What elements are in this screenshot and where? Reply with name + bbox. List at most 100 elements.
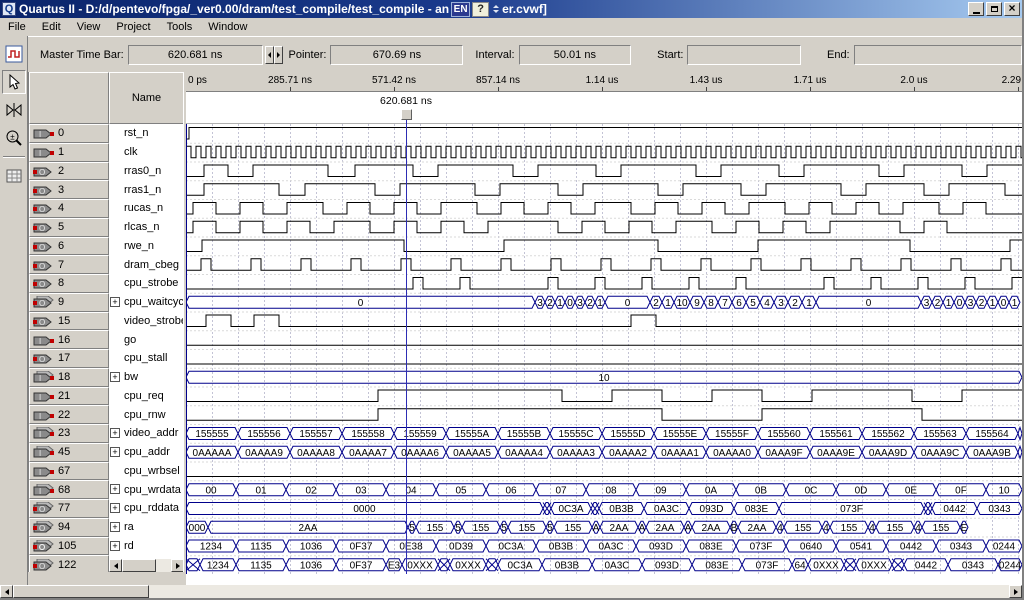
- waveform-row-video_strobe[interactable]: [186, 315, 1022, 327]
- waveform-row-rras1_n[interactable]: [186, 184, 1022, 196]
- signal-handle[interactable]: O122: [29, 555, 109, 572]
- waveform-row-rd~result[interactable]: 1234113510360F37E30XXX0XXX0C3A0B3B0A3C09…: [186, 559, 1022, 572]
- signal-row[interactable]: O94+ra: [29, 518, 183, 537]
- master-time-value[interactable]: 620.681 ns: [128, 45, 263, 65]
- grid-tool-icon[interactable]: [2, 164, 26, 188]
- signal-name-cell[interactable]: rst_n: [109, 124, 183, 143]
- signal-handle[interactable]: I18: [29, 368, 109, 387]
- scroll-left-icon[interactable]: [0, 585, 13, 598]
- signal-row[interactable]: I18+bw: [29, 368, 183, 387]
- expand-button[interactable]: +: [110, 541, 120, 551]
- waveform-row-cpu_rnw[interactable]: [186, 409, 1022, 421]
- signal-handle[interactable]: I21: [29, 387, 109, 406]
- zoom-tool-icon[interactable]: ±: [2, 126, 26, 150]
- waveform-row-cpu_addr[interactable]: 0AAAAA0AAAA90AAAA80AAAA70AAAA60AAAA50AAA…: [186, 446, 1022, 459]
- waveform-row-rst_n[interactable]: [186, 128, 1022, 140]
- signal-row[interactable]: O6rwe_n: [29, 237, 183, 256]
- expand-button[interactable]: +: [110, 447, 120, 457]
- signal-name-cell[interactable]: rucas_n: [109, 199, 183, 218]
- signal-handle[interactable]: O7: [29, 255, 109, 274]
- signal-row[interactable]: O7dram_cbeg: [29, 255, 183, 274]
- signal-row[interactable]: I1clk: [29, 143, 183, 162]
- signal-name-cell[interactable]: go: [109, 330, 183, 349]
- signal-row[interactable]: O17cpu_stall: [29, 349, 183, 368]
- signal-handle[interactable]: I1: [29, 143, 109, 162]
- signal-row[interactable]: O2rras0_n: [29, 162, 183, 181]
- menu-project[interactable]: Project: [108, 19, 158, 35]
- expand-button[interactable]: +: [110, 503, 120, 513]
- signal-row[interactable]: O5rlcas_n: [29, 218, 183, 237]
- waveform-row-rlcas_n[interactable]: [186, 221, 1022, 233]
- restore-button[interactable]: [986, 2, 1002, 16]
- expand-button[interactable]: +: [110, 428, 120, 438]
- signal-name-cell[interactable]: cpu_strobe: [109, 274, 183, 293]
- menu-edit[interactable]: Edit: [34, 19, 69, 35]
- waveform-row-cpu_strobe[interactable]: [186, 278, 1022, 290]
- snap-to-edge-tool-icon[interactable]: [2, 98, 26, 122]
- waveform-row-video_addr[interactable]: 15555515555615555715555815555915555A1555…: [186, 428, 1022, 441]
- signal-name-cell[interactable]: +cpu_addr: [109, 443, 183, 462]
- waveform-row-cpu_wrdata[interactable]: 000102030405060708090A0B0C0D0E0F10: [186, 484, 1022, 497]
- signal-name-cell[interactable]: +rd: [109, 537, 183, 556]
- signal-row[interactable]: O9+cpu_waitcyc: [29, 293, 183, 312]
- help-icon[interactable]: ?: [472, 2, 489, 17]
- waveform-row-dram_cbeg[interactable]: [186, 259, 1022, 271]
- signal-name-cell[interactable]: dram_cbeg: [109, 255, 183, 274]
- names-horizontal-scrollbar[interactable]: [109, 559, 183, 572]
- titlebar-spinner-icon[interactable]: [491, 2, 500, 16]
- waveform-row-cpu_rddata[interactable]: 00000C3A0B3B0A3C093D083E073F04420343: [186, 503, 1022, 516]
- signal-name-cell[interactable]: +cpu_wrdata: [109, 480, 183, 499]
- signal-handle[interactable]: O17: [29, 349, 109, 368]
- scroll-left-icon[interactable]: [109, 559, 122, 572]
- expand-button[interactable]: +: [110, 372, 120, 382]
- signal-handle[interactable]: O105: [29, 537, 109, 556]
- master-time-spinner[interactable]: [265, 46, 283, 64]
- menu-file[interactable]: File: [0, 19, 34, 35]
- waveform-row-clk[interactable]: [186, 146, 1022, 158]
- signal-name-cell[interactable]: rras0_n: [109, 162, 183, 181]
- signal-row[interactable]: O77+cpu_rddata: [29, 499, 183, 518]
- waveform-row-rd[interactable]: 1234113510360F370E380D390C3A0B3B0A3C093D…: [186, 540, 1022, 553]
- signal-row[interactable]: I23+video_addr: [29, 424, 183, 443]
- waveform-row-rras0_n[interactable]: [186, 165, 1022, 177]
- menu-view[interactable]: View: [69, 19, 109, 35]
- menu-tools[interactable]: Tools: [159, 19, 201, 35]
- signal-handle[interactable]: I45: [29, 443, 109, 462]
- waveform-row-rwe_n[interactable]: [186, 240, 1022, 252]
- signal-row[interactable]: O15video_strobe: [29, 312, 183, 331]
- signal-handle[interactable]: O2: [29, 162, 109, 181]
- signal-handle[interactable]: O4: [29, 199, 109, 218]
- signal-handle[interactable]: O6: [29, 237, 109, 256]
- signal-name-cell[interactable]: video_strobe: [109, 312, 183, 331]
- signal-name-cell[interactable]: cpu_stall: [109, 349, 183, 368]
- signal-handle[interactable]: I22: [29, 405, 109, 424]
- signal-name-cell[interactable]: +bw: [109, 368, 183, 387]
- signal-name-cell[interactable]: rras1_n: [109, 180, 183, 199]
- signal-handle[interactable]: O94: [29, 518, 109, 537]
- minimize-button[interactable]: [968, 2, 984, 16]
- waveform-row-bw[interactable]: 10: [186, 371, 1022, 384]
- signal-row[interactable]: O8cpu_strobe: [29, 274, 183, 293]
- signal-name-cell[interactable]: +cpu_waitcyc: [109, 293, 183, 312]
- signal-name-cell[interactable]: rwe_n: [109, 237, 183, 256]
- signal-row[interactable]: I45+cpu_addr: [29, 443, 183, 462]
- expand-button[interactable]: +: [110, 484, 120, 494]
- signal-row[interactable]: I22cpu_rnw: [29, 405, 183, 424]
- signal-row[interactable]: I16go: [29, 330, 183, 349]
- signal-row[interactable]: O4rucas_n: [29, 199, 183, 218]
- waveform-row-cpu_waitcyc[interactable]: 03210321021109876543210321032101: [186, 296, 1020, 309]
- scroll-right-icon[interactable]: [1009, 585, 1022, 598]
- signal-handle[interactable]: O8: [29, 274, 109, 293]
- waveform-plot[interactable]: 03210321021109876543210321032101 10 155555…: [186, 124, 1022, 574]
- signal-handle[interactable]: O5: [29, 218, 109, 237]
- expand-button[interactable]: +: [110, 522, 120, 532]
- signal-name-cell[interactable]: +cpu_rddata: [109, 499, 183, 518]
- signal-handle[interactable]: O77: [29, 499, 109, 518]
- master-time-bar-track[interactable]: 620.681 ns: [186, 92, 1022, 124]
- signal-row[interactable]: I0rst_n: [29, 124, 183, 143]
- waveform-row-rucas_n[interactable]: [186, 203, 1022, 215]
- signal-row[interactable]: O105+rd: [29, 537, 183, 556]
- signal-handle[interactable]: I0: [29, 124, 109, 143]
- signal-name-cell[interactable]: +ra: [109, 518, 183, 537]
- main-horizontal-scrollbar[interactable]: [0, 585, 1022, 598]
